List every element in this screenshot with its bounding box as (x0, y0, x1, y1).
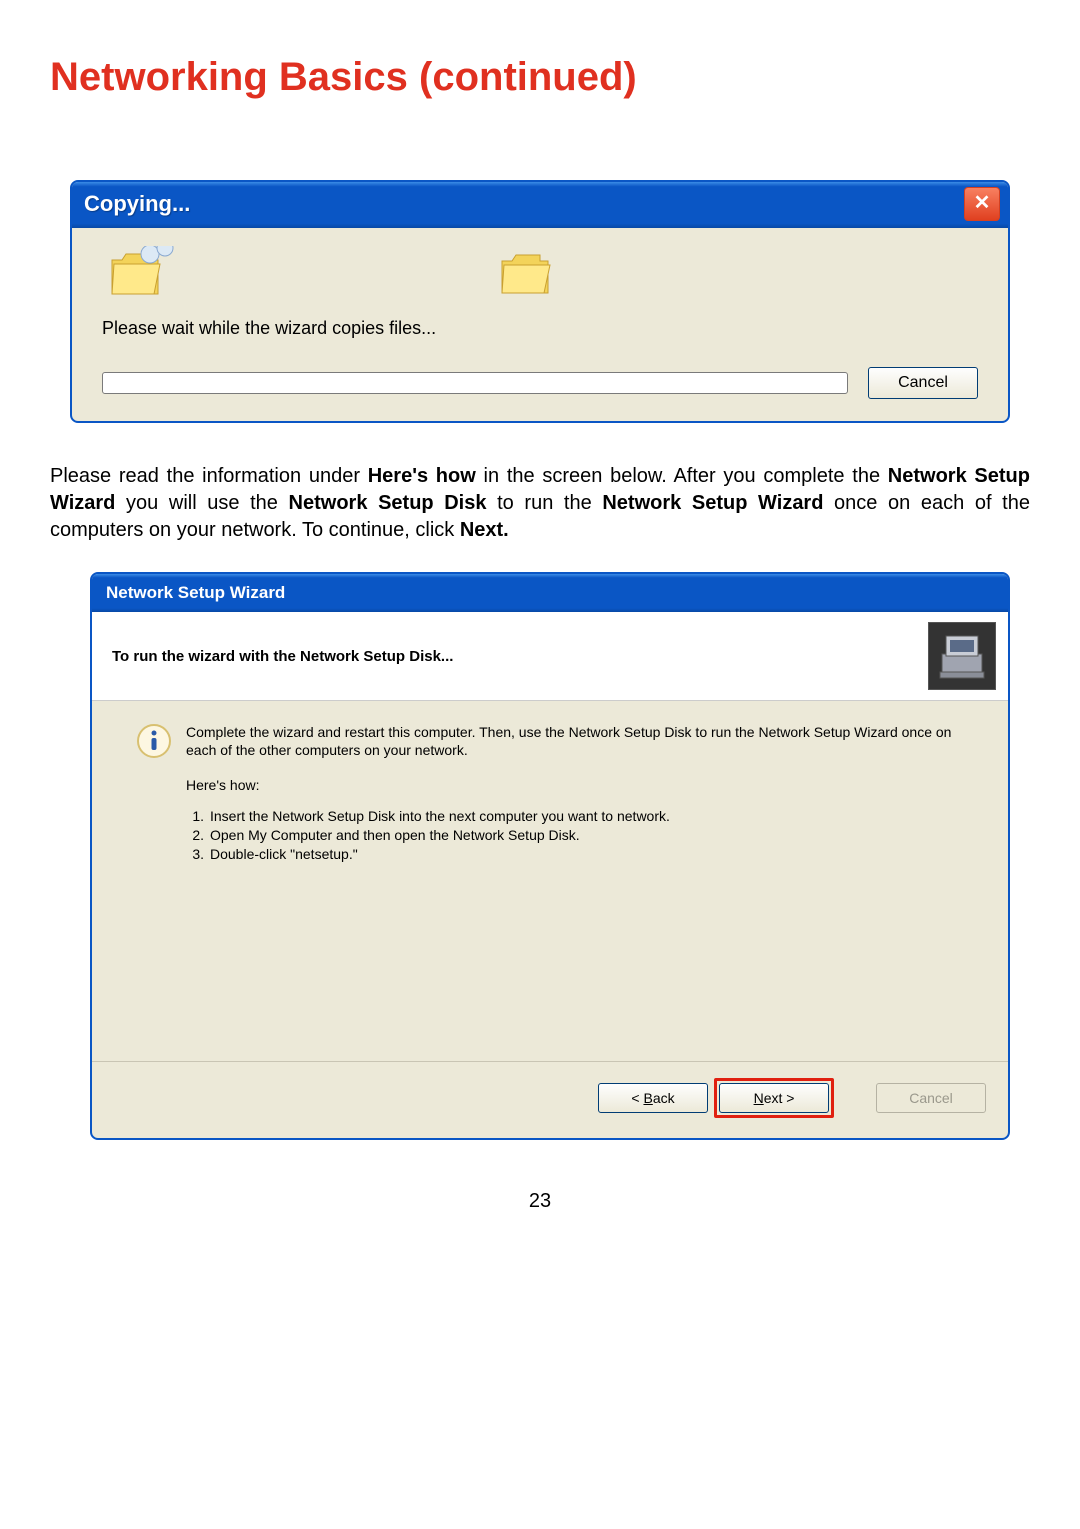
progress-bar (102, 372, 848, 394)
step-2: 2.Open My Computer and then open the Net… (186, 826, 980, 845)
cancel-button[interactable]: Cancel (868, 367, 978, 399)
steps-list: 1.Insert the Network Setup Disk into the… (186, 807, 980, 864)
wizard-info-text: Complete the wizard and restart this com… (186, 723, 980, 759)
back-button[interactable]: < Back (598, 1083, 708, 1113)
copying-title: Copying... (84, 191, 190, 217)
folder-source-icon (110, 246, 180, 306)
folder-dest-icon (500, 249, 555, 304)
close-button[interactable]: ✕ (964, 187, 1000, 221)
copying-body: Please wait while the wizard copies file… (72, 228, 1008, 421)
page-title: Networking Basics (continued) (50, 55, 1030, 100)
page-number: 23 (50, 1190, 1030, 1213)
next-button[interactable]: Next > (719, 1083, 829, 1113)
computer-icon (928, 622, 996, 690)
wizard-heading: To run the wizard with the Network Setup… (112, 648, 453, 665)
step-3: 3.Double-click "netsetup." (186, 845, 980, 864)
copying-message: Please wait while the wizard copies file… (102, 318, 978, 339)
close-icon: ✕ (974, 192, 991, 214)
wizard-header: To run the wizard with the Network Setup… (92, 612, 1008, 701)
cancel-button: Cancel (876, 1083, 986, 1113)
info-icon (136, 723, 172, 759)
wizard-body: Complete the wizard and restart this com… (92, 701, 1008, 1061)
copying-titlebar: Copying... ✕ (72, 182, 1008, 228)
copying-dialog: Copying... ✕ Please wait while the (70, 180, 1010, 423)
wizard-footer: < Back Next > Cancel (92, 1061, 1008, 1138)
next-highlight: Next > (714, 1078, 834, 1118)
heres-how-label: Here's how: (186, 777, 980, 793)
instruction-paragraph: Please read the information under Here's… (50, 463, 1030, 544)
network-setup-wizard-dialog: Network Setup Wizard To run the wizard w… (90, 572, 1010, 1140)
wizard-titlebar: Network Setup Wizard (92, 574, 1008, 612)
step-1: 1.Insert the Network Setup Disk into the… (186, 807, 980, 826)
